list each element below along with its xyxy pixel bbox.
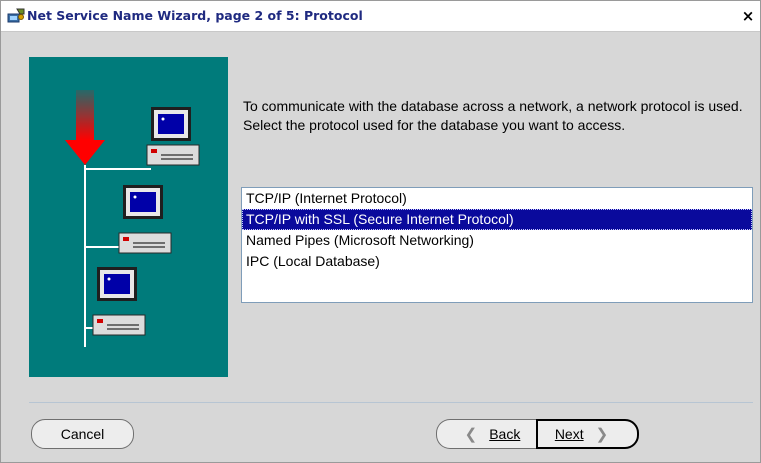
network-computers-icon [65,90,200,347]
list-item-named-pipes[interactable]: Named Pipes (Microsoft Networking) [242,230,752,251]
next-button-label: Next [554,426,584,442]
list-item-tcpip[interactable]: TCP/IP (Internet Protocol) [242,188,752,209]
network-illustration [29,57,228,377]
instruction-text: To communicate with the database across … [243,98,743,133]
wizard-app-icon [7,8,25,24]
title-bar[interactable]: Net Service Name Wizard, page 2 of 5: Pr… [1,1,760,32]
computer-icon [92,267,146,336]
window-title: Net Service Name Wizard, page 2 of 5: Pr… [27,8,363,23]
back-button-label: Back [489,426,521,442]
computer-icon [118,185,172,254]
red-arrow-icon [65,140,105,165]
footer-divider [29,402,753,403]
protocol-listbox[interactable]: TCP/IP (Internet Protocol) TCP/IP with S… [241,187,753,303]
back-button[interactable]: ❮ Back [436,419,536,449]
list-item-tcpip-ssl[interactable]: TCP/IP with SSL (Secure Internet Protoco… [242,209,752,230]
list-item-ipc[interactable]: IPC (Local Database) [242,251,752,272]
chevron-right-icon: ❯ [595,426,609,443]
computer-icon [146,107,200,166]
cancel-button-label: Cancel [60,426,105,442]
next-button[interactable]: Next ❯ [536,419,639,449]
chevron-left-icon: ❮ [464,426,478,443]
cancel-button[interactable]: Cancel [31,419,134,449]
wizard-window: Net Service Name Wizard, page 2 of 5: Pr… [0,0,761,463]
close-icon[interactable]: × [740,8,756,24]
